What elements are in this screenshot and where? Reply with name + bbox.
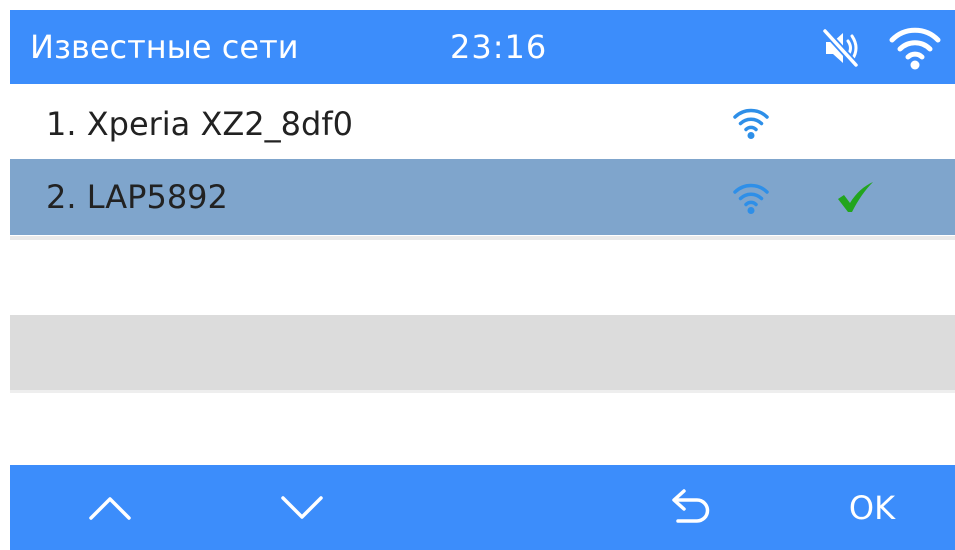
back-arrow-icon: [672, 488, 710, 523]
mute-icon: [821, 28, 860, 68]
list-divider: [10, 236, 955, 240]
screen-title: Известные сети: [30, 28, 299, 66]
scroll-down-button[interactable]: [262, 465, 342, 550]
wifi-signal-icon: [733, 183, 769, 214]
empty-list-row: [10, 315, 955, 391]
chevron-down-icon: [281, 495, 323, 519]
scroll-up-button[interactable]: [70, 465, 150, 550]
clock-time: 23:16: [450, 28, 548, 66]
status-bar: Известные сети 23:16: [10, 10, 955, 84]
ok-button[interactable]: OK: [832, 465, 912, 550]
list-divider: [10, 390, 955, 393]
network-name: 2. LAP5892: [46, 178, 228, 216]
footer-button-bar: OK: [10, 465, 955, 550]
network-item[interactable]: 1. Xperia XZ2_8df0: [10, 84, 955, 159]
network-list: 1. Xperia XZ2_8df0 2. LAP5892: [10, 84, 955, 235]
ok-label: OK: [848, 488, 896, 527]
wifi-icon: [889, 27, 941, 70]
chevron-up-icon: [89, 496, 131, 520]
network-item-selected[interactable]: 2. LAP5892: [10, 159, 955, 235]
network-name: 1. Xperia XZ2_8df0: [46, 105, 353, 143]
connected-check-icon: [838, 182, 873, 212]
wifi-signal-icon: [733, 108, 769, 139]
back-button[interactable]: [652, 465, 732, 550]
